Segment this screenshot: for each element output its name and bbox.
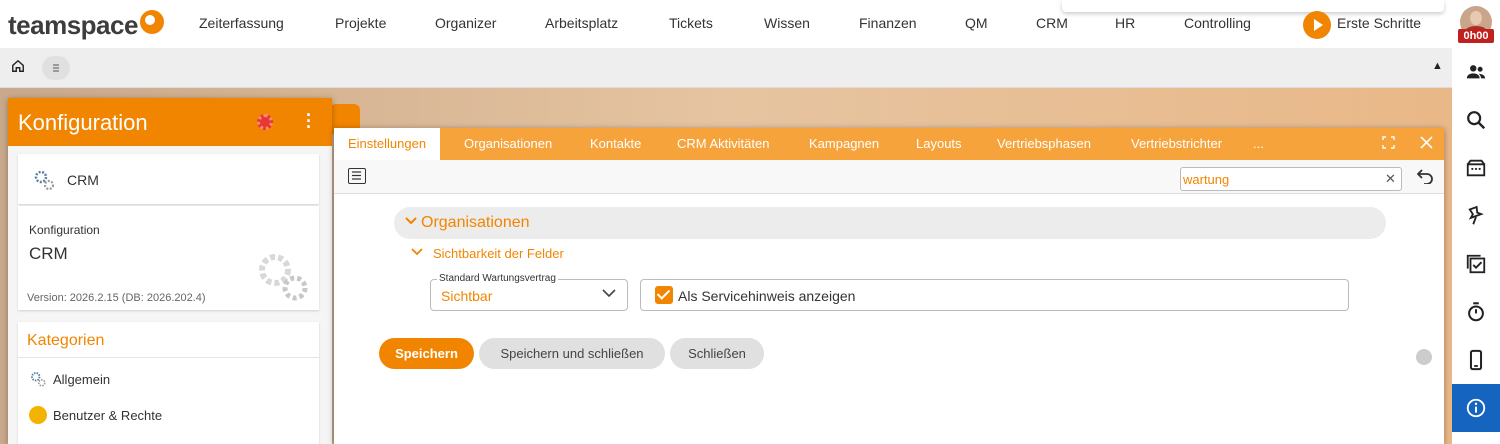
nav-crm[interactable]: CRM: [1036, 15, 1068, 31]
top-dropdown-panel: [1062, 0, 1444, 12]
tab-organisationen[interactable]: Organisationen: [450, 128, 566, 160]
search-field[interactable]: ✕: [1180, 167, 1402, 191]
categories-title: Kategorien: [27, 332, 105, 349]
configuration-title: Konfiguration: [18, 110, 148, 135]
tab-layouts[interactable]: Layouts: [902, 128, 976, 160]
chevron-down-icon: [404, 214, 418, 231]
section-organisationen[interactable]: Organisationen: [394, 207, 1386, 239]
subsection-title: Sichtbarkeit der Felder: [433, 246, 564, 261]
info-value: CRM: [29, 244, 68, 263]
field-value: Sichtbar: [441, 288, 493, 304]
inbox-icon[interactable]: [1464, 156, 1488, 180]
nav-hr[interactable]: HR: [1115, 15, 1135, 31]
standard-wartungsvertrag-select[interactable]: Standard Wartungsvertrag Sichtbar: [430, 273, 628, 311]
module-card[interactable]: CRM: [18, 154, 319, 204]
info-icon: [1466, 398, 1486, 418]
tab-more[interactable]: ...: [1239, 128, 1278, 160]
nav-zeiterfassung[interactable]: Zeiterfassung: [199, 15, 284, 31]
tasks-icon[interactable]: [1464, 252, 1488, 276]
right-sidebar: 0h00: [1452, 0, 1500, 444]
search-input[interactable]: [1183, 170, 1373, 188]
settings-gear-icon[interactable]: [257, 114, 273, 130]
categories-card: Kategorien Allgemein Benutzer & Rechte: [18, 322, 319, 444]
mobile-icon[interactable]: [1464, 348, 1488, 372]
hamburger-icon: [53, 64, 59, 72]
checkbox-label: Als Servicehinweis anzeigen: [678, 288, 856, 304]
gears-icon: [31, 372, 46, 387]
search-icon[interactable]: [1464, 108, 1488, 132]
nav-finanzen[interactable]: Finanzen: [859, 15, 917, 31]
module-gears-icon: [34, 170, 55, 191]
logo-mark-icon: [140, 10, 164, 34]
secondary-toolbar: ▲: [0, 48, 1452, 88]
settings-window: Einstellungen Organisationen Kontakte CR…: [334, 128, 1444, 444]
clear-search-icon[interactable]: ✕: [1385, 171, 1396, 187]
contacts-icon[interactable]: [1464, 60, 1488, 84]
collapse-caret-icon[interactable]: ▲: [1432, 60, 1443, 72]
category-item-benutzer[interactable]: Benutzer & Rechte: [29, 406, 162, 424]
users-icon: [29, 406, 47, 424]
save-and-close-button[interactable]: Speichern und schließen: [479, 338, 665, 369]
tab-bar: Einstellungen Organisationen Kontakte CR…: [334, 128, 1444, 160]
tab-vertriebstrichter[interactable]: Vertriebstrichter: [1117, 128, 1236, 160]
nav-organizer[interactable]: Organizer: [435, 15, 496, 31]
section-title: Organisationen: [421, 214, 530, 231]
window-toolbar: ✕: [334, 160, 1444, 194]
chevron-down-icon: [601, 285, 617, 304]
nav-arbeitsplatz[interactable]: Arbeitsplatz: [545, 15, 618, 31]
tab-kontakte[interactable]: Kontakte: [576, 128, 655, 160]
erste-schritte-link[interactable]: Erste Schritte: [1337, 15, 1421, 31]
export-list-icon[interactable]: [348, 168, 366, 184]
decorative-gears-icon: [259, 254, 308, 301]
field-label: Standard Wartungsvertrag: [437, 273, 558, 284]
undo-icon[interactable]: [1416, 168, 1434, 189]
user-status-icon: [1416, 349, 1432, 365]
nav-projekte[interactable]: Projekte: [335, 15, 386, 31]
servicehinweis-checkbox-field[interactable]: Als Servicehinweis anzeigen: [640, 279, 1349, 311]
nav-tickets[interactable]: Tickets: [669, 15, 713, 31]
tab-vertriebsphasen[interactable]: Vertriebsphasen: [983, 128, 1105, 160]
nav-qm[interactable]: QM: [965, 15, 988, 31]
configuration-info-card: Konfiguration CRM Version: 2026.2.15 (DB…: [18, 206, 319, 310]
nav-controlling[interactable]: Controlling: [1184, 15, 1251, 31]
version-text: Version: 2026.2.15 (DB: 2026.202.4): [27, 292, 206, 304]
category-item-allgemein[interactable]: Allgemein: [29, 370, 110, 388]
configuration-panel: Konfiguration · · · CRM Konfiguration CRM …: [8, 98, 332, 444]
play-icon[interactable]: [1303, 11, 1331, 39]
tab-kampagnen[interactable]: Kampagnen: [795, 128, 893, 160]
info-label: Konfiguration: [29, 223, 100, 237]
divider: [18, 357, 319, 358]
pin-icon[interactable]: [1464, 204, 1488, 228]
save-button[interactable]: Speichern: [379, 338, 474, 369]
time-badge[interactable]: 0h00: [1458, 29, 1494, 43]
module-name: CRM: [67, 172, 99, 188]
category-label: Benutzer & Rechte: [53, 407, 163, 423]
app-logo[interactable]: teamspace: [8, 10, 138, 41]
home-icon[interactable]: [11, 59, 25, 76]
top-navigation-bar: teamspace Zeiterfassung Projekte Organiz…: [0, 0, 1452, 48]
close-button[interactable]: Schließen: [670, 338, 764, 369]
tab-einstellungen[interactable]: Einstellungen: [334, 128, 441, 160]
maximize-icon[interactable]: [1382, 136, 1395, 152]
close-icon[interactable]: [1420, 136, 1433, 152]
stopwatch-icon[interactable]: [1464, 300, 1488, 324]
category-label: Allgemein: [53, 371, 111, 387]
more-options-icon[interactable]: · · ·: [306, 106, 312, 136]
configuration-panel-header: Konfiguration · · ·: [8, 98, 332, 146]
chevron-down-icon: [410, 245, 424, 262]
tab-crm-aktivitaeten[interactable]: CRM Aktivitäten: [663, 128, 783, 160]
menu-toggle-button[interactable]: [42, 56, 70, 80]
servicehinweis-checkbox[interactable]: [655, 286, 673, 304]
info-button[interactable]: [1452, 384, 1500, 432]
nav-wissen[interactable]: Wissen: [764, 15, 810, 31]
